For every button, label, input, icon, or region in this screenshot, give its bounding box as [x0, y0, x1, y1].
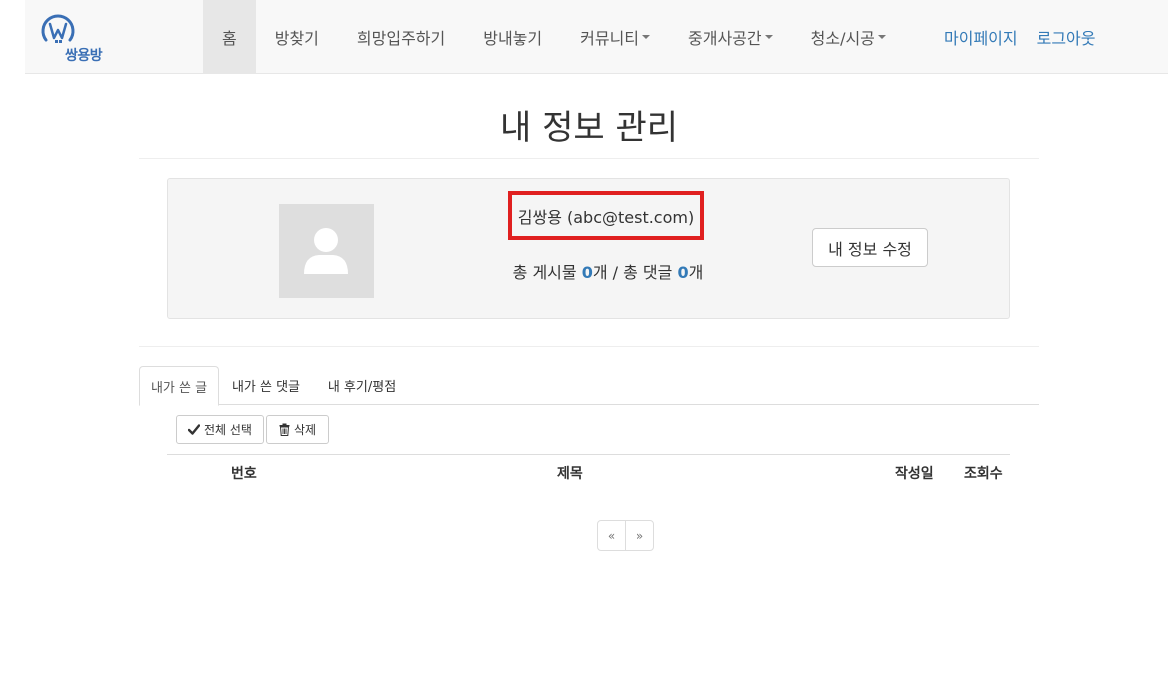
nav-label: 커뮤니티 — [580, 29, 640, 48]
select-all-button[interactable]: 전체 선택 — [176, 415, 264, 444]
caret-down-icon — [642, 35, 651, 39]
nav-item-wish-move-in[interactable]: 희망입주하기 — [338, 0, 464, 74]
user-name-email-text: 김쌍용 (abc@test.com) — [517, 207, 695, 227]
nav-item-find-room[interactable]: 방찾기 — [256, 0, 338, 74]
stats-suffix: 개 — [688, 263, 704, 282]
column-header-title: 제목 — [557, 466, 583, 482]
posts-table-header: 번호 제목 작성일 조회수 — [167, 454, 1010, 487]
activity-stats: 총 게시물 0개 / 총 댓글 0개 — [468, 259, 748, 283]
tab-my-posts[interactable]: 내가 쓴 글 — [139, 366, 219, 406]
tab-my-comments[interactable]: 내가 쓴 댓글 — [223, 366, 309, 405]
divider — [139, 346, 1039, 347]
trash-icon — [279, 423, 290, 436]
nav-item-broker-space[interactable]: 중개사공간 — [669, 0, 792, 74]
activity-tabs: 내가 쓴 글 내가 쓴 댓글 내 후기/평점 — [139, 366, 1039, 406]
stats-post-label: 총 게시물 — [512, 263, 577, 282]
caret-down-icon — [764, 35, 773, 39]
mypage-link[interactable]: 마이페이지 — [944, 25, 1018, 49]
nav-label: 방내놓기 — [483, 29, 543, 48]
page-title: 내 정보 관리 — [499, 108, 678, 148]
logout-link[interactable]: 로그아웃 — [1037, 25, 1096, 49]
avatar — [279, 204, 374, 298]
nav-item-home[interactable]: 홈 — [203, 0, 256, 74]
checkmark-icon — [188, 424, 200, 435]
pagination: « » — [597, 520, 654, 551]
post-count: 0 — [581, 263, 593, 282]
nav-label: 홈 — [222, 29, 237, 48]
column-header-date: 작성일 — [895, 466, 934, 482]
edit-profile-button[interactable]: 내 정보 수정 — [812, 228, 928, 267]
user-nav: 마이페이지 로그아웃 — [944, 0, 1115, 74]
logo-text: 쌍용방 — [65, 48, 103, 64]
user-silhouette-icon — [304, 228, 348, 274]
tab-label: 내 후기/평점 — [327, 380, 397, 395]
stats-comment-label: 개 / 총 댓글 — [592, 263, 673, 282]
house-logo-icon — [41, 14, 75, 43]
brand-logo[interactable]: 쌍용방 — [38, 10, 108, 66]
select-all-label: 전체 선택 — [204, 423, 252, 437]
nav-label: 희망입주하기 — [356, 29, 446, 48]
column-header-views: 조회수 — [964, 466, 1003, 482]
main-nav: 홈 방찾기 희망입주하기 방내놓기 커뮤니티 중개사공간 청소/시공 — [203, 0, 905, 74]
delete-label: 삭제 — [293, 423, 317, 437]
nav-label: 중개사공간 — [688, 29, 762, 48]
comment-count: 0 — [677, 263, 689, 282]
tab-my-reviews[interactable]: 내 후기/평점 — [317, 366, 407, 405]
top-navbar: 쌍용방 홈 방찾기 희망입주하기 방내놓기 커뮤니티 중개사공간 청소/시공 마… — [25, 0, 1168, 74]
column-header-number: 번호 — [231, 466, 257, 482]
prev-page-button[interactable]: « — [597, 520, 626, 551]
nav-item-list-room[interactable]: 방내놓기 — [464, 0, 561, 74]
caret-down-icon — [877, 35, 886, 39]
delete-button[interactable]: 삭제 — [266, 415, 329, 444]
nav-label: 청소/시공 — [810, 29, 875, 48]
nav-item-community[interactable]: 커뮤니티 — [561, 0, 669, 74]
profile-panel: 김쌍용 (abc@test.com) 총 게시물 0개 / 총 댓글 0개 내 … — [167, 178, 1010, 319]
nav-label: 방찾기 — [274, 29, 319, 48]
user-name-email: 김쌍용 (abc@test.com) — [508, 191, 704, 240]
nav-item-cleaning[interactable]: 청소/시공 — [792, 0, 905, 74]
tab-label: 내가 쓴 글 — [150, 380, 208, 396]
next-page-button[interactable]: » — [625, 520, 654, 551]
tab-label: 내가 쓴 댓글 — [231, 380, 301, 395]
divider — [139, 158, 1039, 159]
